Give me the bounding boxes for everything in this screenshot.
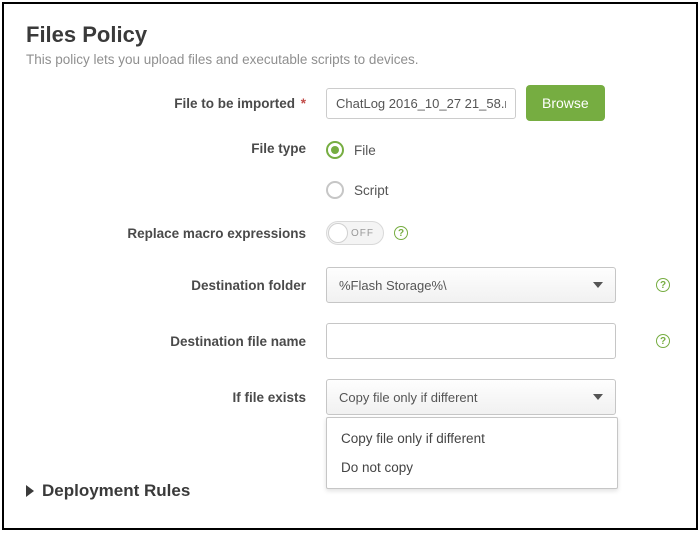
- label-dest-folder: Destination folder: [26, 278, 326, 293]
- deployment-rules-title: Deployment Rules: [42, 481, 190, 501]
- field-replace-macro: OFF ?: [326, 221, 674, 245]
- files-policy-panel: Files Policy This policy lets you upload…: [2, 2, 698, 530]
- if-file-exists-value: Copy file only if different: [339, 390, 478, 405]
- radio-script-indicator: [326, 181, 344, 199]
- help-icon[interactable]: ?: [656, 334, 670, 348]
- chevron-down-icon: [593, 394, 603, 400]
- dest-folder-select[interactable]: %Flash Storage%\: [326, 267, 616, 303]
- toggle-off-label: OFF: [351, 228, 374, 239]
- radio-file[interactable]: File: [326, 141, 389, 159]
- chevron-down-icon: [593, 282, 603, 288]
- label-replace-macro: Replace macro expressions: [26, 226, 326, 241]
- field-file-to-import: Browse: [326, 85, 674, 121]
- if-file-exists-dropdown: Copy file only if different Do not copy: [326, 417, 618, 489]
- field-dest-file-name: [326, 323, 674, 359]
- replace-macro-toggle[interactable]: OFF: [326, 221, 384, 245]
- dest-file-name-input[interactable]: [326, 323, 616, 359]
- label-file-to-import: File to be imported *: [26, 96, 326, 111]
- field-dest-folder: %Flash Storage%\: [326, 267, 674, 303]
- help-icon[interactable]: ?: [394, 226, 408, 240]
- row-dest-file-name: Destination file name ?: [26, 323, 674, 359]
- chevron-right-icon: [26, 485, 34, 497]
- dropdown-item-do-not-copy[interactable]: Do not copy: [327, 453, 617, 482]
- help-icon[interactable]: ?: [656, 278, 670, 292]
- field-if-file-exists: Copy file only if different Copy file on…: [326, 379, 674, 415]
- if-file-exists-select[interactable]: Copy file only if different: [326, 379, 616, 415]
- required-indicator: *: [301, 96, 306, 111]
- label-dest-file-name: Destination file name: [26, 334, 326, 349]
- page-title: Files Policy: [26, 22, 674, 48]
- file-type-radio-group: File Script: [326, 137, 389, 199]
- row-if-file-exists: If file exists Copy file only if differe…: [26, 379, 674, 415]
- row-file-to-import: File to be imported * Browse: [26, 85, 674, 121]
- label-file-type: File type: [26, 137, 326, 156]
- radio-script-label: Script: [354, 183, 389, 198]
- file-name-input[interactable]: [326, 88, 516, 119]
- radio-file-indicator: [326, 141, 344, 159]
- radio-script[interactable]: Script: [326, 181, 389, 199]
- browse-button[interactable]: Browse: [526, 85, 605, 121]
- label-if-file-exists: If file exists: [26, 390, 326, 405]
- page-description: This policy lets you upload files and ex…: [26, 52, 674, 67]
- row-file-type: File type File Script: [26, 137, 674, 199]
- field-file-type: File Script: [326, 137, 674, 199]
- row-dest-folder: Destination folder %Flash Storage%\ ?: [26, 267, 674, 303]
- radio-file-label: File: [354, 143, 376, 158]
- dest-folder-value: %Flash Storage%\: [339, 278, 447, 293]
- toggle-knob: [328, 223, 348, 243]
- row-replace-macro: Replace macro expressions OFF ?: [26, 221, 674, 245]
- label-file-to-import-text: File to be imported: [174, 96, 295, 111]
- dropdown-item-copy-if-different[interactable]: Copy file only if different: [327, 424, 617, 453]
